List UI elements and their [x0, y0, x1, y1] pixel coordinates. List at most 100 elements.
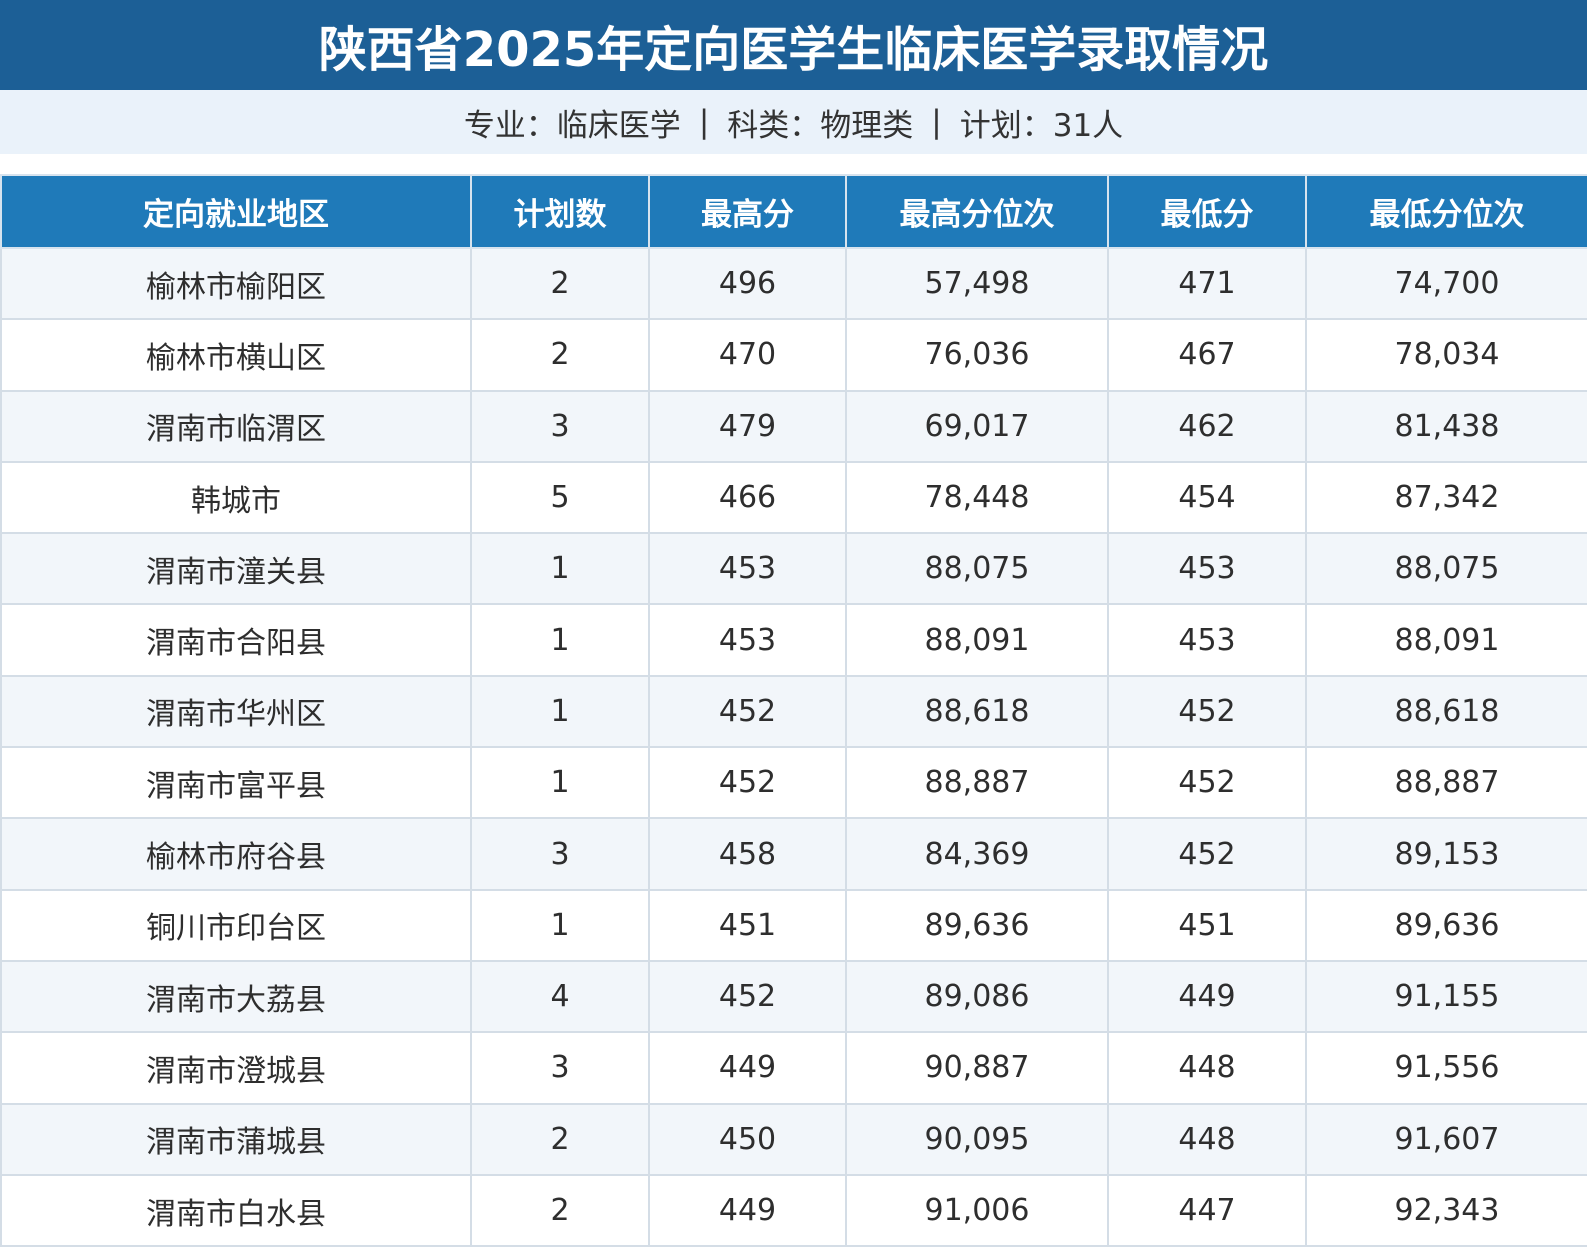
cell-region: 渭南市白水县	[0, 1173, 472, 1248]
table-row: 渭南市大荔县 4 452 89,086 449 91,155	[0, 959, 1587, 1034]
admission-table: 定向就业地区 计划数 最高分 最高分位次 最低分 最低分位次 榆林市榆阳区 2 49…	[0, 174, 1587, 1248]
cell-max-rank: 84,369	[845, 817, 1109, 891]
cell-max-rank: 89,636	[845, 888, 1109, 962]
cell-region: 渭南市大荔县	[0, 959, 472, 1034]
cell-region: 渭南市合阳县	[0, 603, 472, 677]
plan-info: 计划：31人	[959, 107, 1124, 144]
separator: |	[931, 104, 942, 140]
cell-max-score: 479	[648, 389, 847, 463]
cell-plan-count: 5	[470, 460, 650, 535]
cell-max-score: 452	[648, 959, 847, 1034]
cell-region: 渭南市潼关县	[0, 532, 472, 606]
cell-max-score: 451	[648, 888, 847, 962]
cell-min-rank: 92,343	[1305, 1173, 1587, 1248]
cell-min-score: 453	[1107, 532, 1307, 606]
cell-plan-count: 1	[470, 888, 650, 962]
cell-plan-count: 3	[470, 1031, 650, 1105]
header-max-score: 最高分	[648, 174, 847, 249]
cell-max-score: 470	[648, 318, 847, 392]
table-row: 榆林市榆阳区 2 496 57,498 471 74,700	[0, 246, 1587, 321]
cell-plan-count: 2	[470, 1102, 650, 1176]
cell-min-rank: 88,887	[1305, 746, 1587, 820]
cell-min-score: 451	[1107, 888, 1307, 962]
cell-min-score: 452	[1107, 674, 1307, 749]
cell-region: 渭南市华州区	[0, 674, 472, 749]
cell-plan-count: 2	[470, 318, 650, 392]
cell-plan-count: 1	[470, 746, 650, 820]
cell-min-rank: 89,153	[1305, 817, 1587, 891]
table-row: 铜川市印台区 1 451 89,636 451 89,636	[0, 888, 1587, 962]
header-min-score: 最低分	[1107, 174, 1307, 249]
cell-max-rank: 89,086	[845, 959, 1109, 1034]
cell-max-score: 450	[648, 1102, 847, 1176]
cell-min-score: 454	[1107, 460, 1307, 535]
cell-plan-count: 1	[470, 603, 650, 677]
cell-min-rank: 78,034	[1305, 318, 1587, 392]
cell-region: 渭南市澄城县	[0, 1031, 472, 1105]
table-row: 榆林市横山区 2 470 76,036 467 78,034	[0, 318, 1587, 392]
cell-max-rank: 69,017	[845, 389, 1109, 463]
cell-max-rank: 90,887	[845, 1031, 1109, 1105]
table-row: 渭南市合阳县 1 453 88,091 453 88,091	[0, 603, 1587, 677]
cell-min-score: 462	[1107, 389, 1307, 463]
cell-max-rank: 76,036	[845, 318, 1109, 392]
cell-plan-count: 4	[470, 959, 650, 1034]
title-bar: 陕西省2025年定向医学生临床医学录取情况	[0, 0, 1587, 90]
cell-min-rank: 88,075	[1305, 532, 1587, 606]
cell-plan-count: 1	[470, 674, 650, 749]
cell-max-rank: 88,887	[845, 746, 1109, 820]
cell-max-rank: 88,091	[845, 603, 1109, 677]
cell-region: 渭南市临渭区	[0, 389, 472, 463]
cell-min-rank: 88,618	[1305, 674, 1587, 749]
cell-min-rank: 87,342	[1305, 460, 1587, 535]
header-max-rank: 最高分位次	[845, 174, 1109, 249]
cell-region: 渭南市富平县	[0, 746, 472, 820]
cell-region: 榆林市横山区	[0, 318, 472, 392]
header-min-rank: 最低分位次	[1305, 174, 1587, 249]
cell-max-score: 449	[648, 1031, 847, 1105]
table-row: 渭南市白水县 2 449 91,006 447 92,343	[0, 1173, 1587, 1248]
table-row: 渭南市蒲城县 2 450 90,095 448 91,607	[0, 1102, 1587, 1176]
cell-max-score: 496	[648, 246, 847, 321]
cell-max-score: 466	[648, 460, 847, 535]
cell-region: 韩城市	[0, 460, 472, 535]
cell-max-rank: 57,498	[845, 246, 1109, 321]
cell-max-score: 458	[648, 817, 847, 891]
table-header-row: 定向就业地区 计划数 最高分 最高分位次 最低分 最低分位次	[0, 174, 1587, 249]
table-row: 渭南市华州区 1 452 88,618 452 88,618	[0, 674, 1587, 749]
category-info: 科类：物理类	[727, 107, 914, 144]
cell-region: 榆林市榆阳区	[0, 246, 472, 321]
cell-plan-count: 3	[470, 817, 650, 891]
cell-region: 铜川市印台区	[0, 888, 472, 962]
cell-max-rank: 90,095	[845, 1102, 1109, 1176]
cell-min-rank: 91,607	[1305, 1102, 1587, 1176]
cell-min-score: 447	[1107, 1173, 1307, 1248]
cell-min-rank: 88,091	[1305, 603, 1587, 677]
table-body: 榆林市榆阳区 2 496 57,498 471 74,700 榆林市横山区 2 470 76,03…	[0, 246, 1587, 1248]
subtitle-bar: 专业：临床医学 | 科类：物理类 | 计划：31人	[0, 90, 1587, 154]
table-row: 渭南市富平县 1 452 88,887 452 88,887	[0, 746, 1587, 820]
cell-max-rank: 91,006	[845, 1173, 1109, 1248]
cell-region: 渭南市蒲城县	[0, 1102, 472, 1176]
cell-region: 榆林市府谷县	[0, 817, 472, 891]
cell-min-rank: 81,438	[1305, 389, 1587, 463]
cell-min-score: 471	[1107, 246, 1307, 321]
separator: |	[698, 104, 710, 140]
admission-table-wrap: 定向就业地区 计划数 最高分 最高分位次 最低分 最低分位次 榆林市榆阳区 2 49…	[0, 174, 1587, 1248]
cell-min-score: 452	[1107, 746, 1307, 820]
cell-min-rank: 91,556	[1305, 1031, 1587, 1105]
cell-min-rank: 74,700	[1305, 246, 1587, 321]
cell-min-score: 448	[1107, 1102, 1307, 1176]
cell-min-score: 467	[1107, 318, 1307, 392]
cell-plan-count: 2	[470, 1173, 650, 1248]
header-region: 定向就业地区	[0, 174, 472, 249]
table-row: 韩城市 5 466 78,448 454 87,342	[0, 460, 1587, 535]
cell-max-rank: 78,448	[845, 460, 1109, 535]
table-row: 渭南市潼关县 1 453 88,075 453 88,075	[0, 532, 1587, 606]
table-row: 渭南市临渭区 3 479 69,017 462 81,438	[0, 389, 1587, 463]
cell-max-rank: 88,618	[845, 674, 1109, 749]
cell-plan-count: 2	[470, 246, 650, 321]
cell-min-rank: 91,155	[1305, 959, 1587, 1034]
cell-plan-count: 1	[470, 532, 650, 606]
cell-min-rank: 89,636	[1305, 888, 1587, 962]
